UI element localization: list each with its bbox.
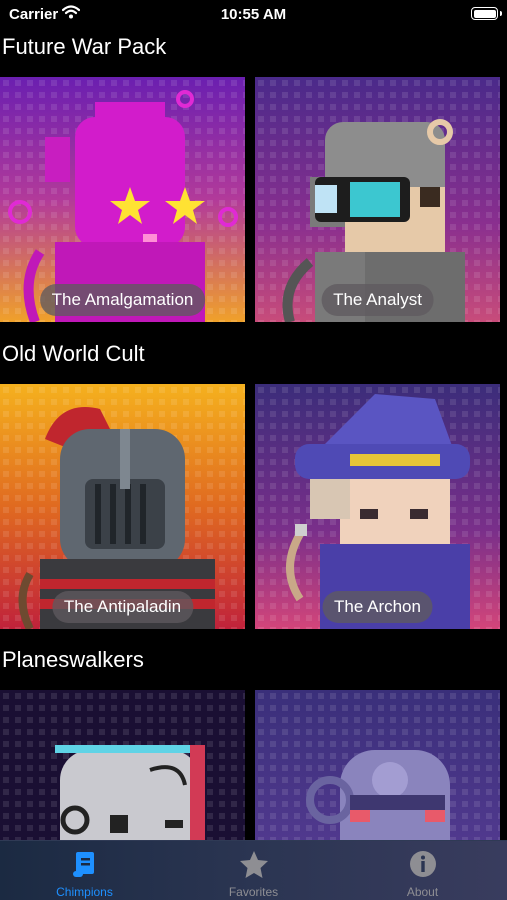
- section-title-future-war-pack: Future War Pack: [2, 34, 167, 59]
- tab-label-about: About: [406, 885, 439, 899]
- card-the-archon[interactable]: The Archon: [255, 384, 500, 629]
- planeswalker-1-portrait: [0, 690, 245, 840]
- card-name-label: The Analyst: [321, 284, 434, 316]
- section-title-planeswalkers: Planeswalkers: [2, 647, 144, 672]
- card-name-label: The Archon: [322, 591, 433, 623]
- planeswalker-2-portrait: [255, 690, 500, 840]
- clock: 10:55 AM: [220, 6, 287, 23]
- info-icon: [409, 851, 436, 877]
- card-the-amalgamation[interactable]: The Amalgamation: [0, 77, 245, 322]
- card-name-label: The Amalgamation: [39, 284, 206, 316]
- tab-favorites[interactable]: Favorites: [169, 841, 338, 900]
- battery-icon: [471, 7, 502, 20]
- tab-label-chimpions: Chimpions: [56, 885, 113, 899]
- tab-bar: Chimpions Favorites About: [0, 840, 507, 900]
- section-title-old-world-cult: Old World Cult: [2, 341, 145, 366]
- card-name-label: The Antipaladin: [51, 591, 194, 623]
- card-the-analyst[interactable]: The Analyst: [255, 77, 500, 322]
- card-planeswalker-1[interactable]: [0, 690, 245, 840]
- card-the-antipaladin[interactable]: The Antipaladin: [0, 384, 245, 629]
- tab-chimpions[interactable]: Chimpions: [0, 841, 169, 900]
- scroll-icon: [72, 852, 94, 877]
- card-planeswalker-2[interactable]: [255, 690, 500, 840]
- tab-about[interactable]: About: [338, 841, 507, 900]
- tab-label-favorites: Favorites: [228, 885, 279, 899]
- star-icon: [239, 851, 268, 878]
- status-bar: Carrier 10:55 AM: [0, 0, 507, 28]
